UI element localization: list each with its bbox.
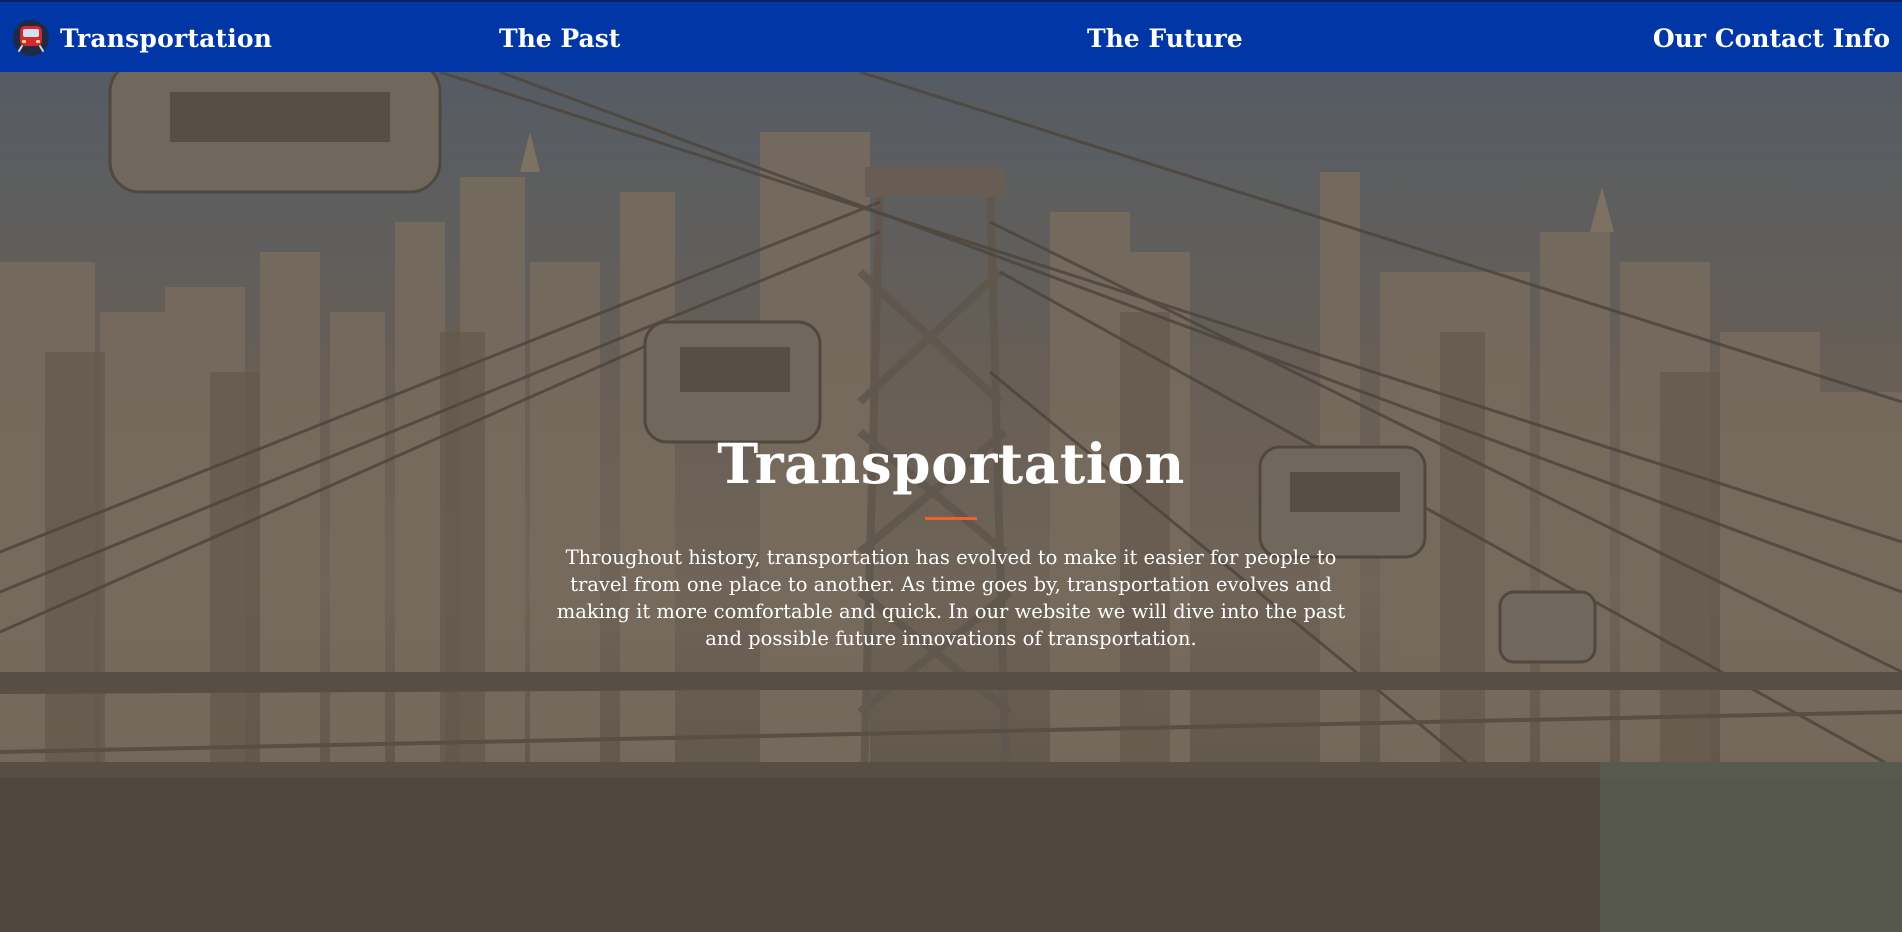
hero-title: Transportation — [717, 431, 1185, 496]
nav-link-the-past[interactable]: The Past — [499, 2, 620, 74]
nav-link-contact-info[interactable]: Our Contact Info — [1653, 2, 1890, 74]
navbar: Transportation The Past The Future Our C… — [0, 0, 1902, 72]
brand-label: Transportation — [60, 23, 273, 53]
page: Transportation The Past The Future Our C… — [0, 0, 1902, 932]
hero-divider — [925, 517, 977, 521]
hero-content: Transportation Throughout history, trans… — [551, 432, 1351, 652]
hero-section: Transportation Throughout history, trans… — [0, 72, 1902, 932]
train-icon — [13, 20, 49, 56]
nav-link-the-future[interactable]: The Future — [1087, 2, 1243, 74]
hero-description: Throughout history, transportation has e… — [556, 546, 1346, 651]
brand-link[interactable]: Transportation — [12, 2, 272, 74]
